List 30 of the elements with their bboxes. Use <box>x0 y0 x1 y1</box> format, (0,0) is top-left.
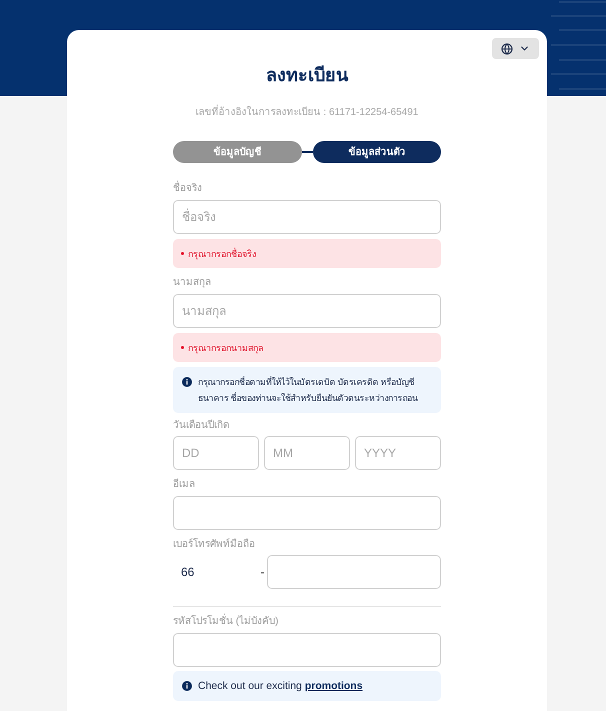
separator-dash: - <box>260 564 266 581</box>
field-label: นามสกุล <box>173 276 212 290</box>
country-code: 66 <box>180 564 196 581</box>
error-text: กรุณากรอกนามสกุล <box>188 342 264 354</box>
date-input[interactable]: MM <box>264 436 350 470</box>
date-input[interactable]: YYYY <box>355 436 441 470</box>
text-input[interactable] <box>173 633 441 667</box>
text-input[interactable] <box>173 496 441 530</box>
step-pill[interactable]: ข้อมูลส่วนตัว <box>312 141 441 163</box>
info-icon <box>182 377 192 387</box>
field-label: รหัสโปรโมชั่น (ไม่บังคับ) <box>173 615 441 629</box>
info-icon <box>182 681 192 691</box>
bullet-icon <box>181 346 184 349</box>
field-label: วันเดือนปีเกิด <box>173 419 230 433</box>
text-input[interactable]: นามสกุล <box>173 294 441 328</box>
promotions-link[interactable]: promotions <box>304 680 363 692</box>
text-input[interactable]: ชื่อจริง <box>173 200 441 234</box>
info-text: กรุณากรอกชื่อตามที่ให้ไว้ในบัตรเดบิต บัตรเครดิต หรือบัญชีธนาคาร ชื่อของท่านจะใช้สำหรับยืนยันตัวตนระหว่างการถอน <box>198 375 419 405</box>
bullet-icon <box>181 252 184 255</box>
info-text: Check out our exciting promotions <box>198 679 363 694</box>
error-text: กรุณากรอกชื่อจริง <box>188 248 256 260</box>
field-label: อีเมล <box>173 478 196 492</box>
field-label: เบอร์โทรศัพท์มือถือ <box>173 538 256 552</box>
field-label: ชื่อจริง <box>173 182 441 196</box>
globe-icon <box>501 42 513 54</box>
page-title: ลงทะเบียน <box>265 64 350 87</box>
reference-number: เลขที่อ้างอิงในการลงทะเบียน : 61171-12254-65491 <box>173 106 441 120</box>
date-input[interactable]: DD <box>173 436 259 470</box>
language-button[interactable] <box>492 38 539 59</box>
phone-input[interactable] <box>267 555 441 589</box>
